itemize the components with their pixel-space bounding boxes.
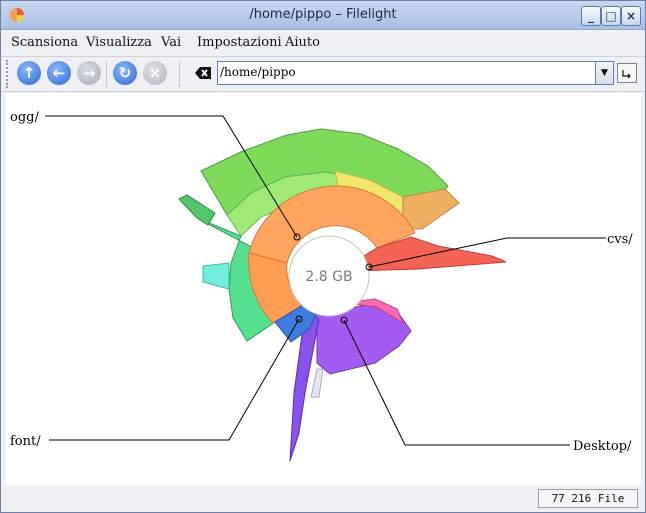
menu-bar: Scansiona Visualizza Vai Impostazioni Ai… [1,30,645,57]
toolbar: ↑ ← → ↻ × /home/pippo ▼ [1,57,645,92]
forward-icon: → [82,64,96,82]
location-value: /home/pippo [220,65,296,79]
status-bar: 77 216 File [1,486,645,512]
label-ogg[interactable]: ogg/ [10,110,39,125]
label-desktop[interactable]: Desktop/ [573,439,632,454]
stop-icon: × [148,64,162,82]
toolbar-separator [106,61,107,87]
refresh-button[interactable]: ↻ [113,61,137,85]
up-icon: ↑ [22,64,36,82]
menu-scansiona[interactable]: Scansiona [11,35,78,50]
toolbar-grip[interactable] [6,60,12,88]
menu-vai[interactable]: Vai [161,35,181,50]
radial-map[interactable]: 2.8 GB ogg/ cvs/ font/ Desktop/ [5,93,641,485]
file-count: 77 216 File [538,489,638,508]
total-size-label: 2.8 GB [305,269,352,285]
title-bar[interactable]: /home/pippo – Filelight _ □ × [1,1,645,30]
label-cvs[interactable]: cvs/ [607,232,633,247]
minimize-button[interactable]: _ [581,6,601,26]
location-dropdown-button[interactable]: ▼ [595,61,614,85]
back-icon: ← [52,64,66,82]
label-font[interactable]: font/ [10,434,41,449]
go-icon [622,70,631,79]
maximize-button[interactable]: □ [601,6,621,26]
stop-button[interactable]: × [143,61,167,85]
clear-location-icon[interactable] [194,65,212,81]
window-title: /home/pippo – Filelight [249,7,397,22]
forward-button[interactable]: → [77,61,101,85]
toolbar-separator-2 [179,61,180,87]
back-button[interactable]: ← [47,61,71,85]
filelight-canvas[interactable]: 2.8 GB ogg/ cvs/ font/ Desktop/ [5,93,641,485]
filelight-window: /home/pippo – Filelight _ □ × Scansiona … [0,0,646,513]
menu-aiuto[interactable]: Aiuto [285,35,320,50]
refresh-icon: ↻ [118,64,132,82]
menu-impostazioni[interactable]: Impostazioni [197,35,282,50]
go-button[interactable] [617,63,637,83]
up-button[interactable]: ↑ [17,61,41,85]
close-button[interactable]: × [621,6,641,26]
chevron-down-icon: ▼ [601,68,608,78]
menu-visualizza[interactable]: Visualizza [86,35,152,50]
